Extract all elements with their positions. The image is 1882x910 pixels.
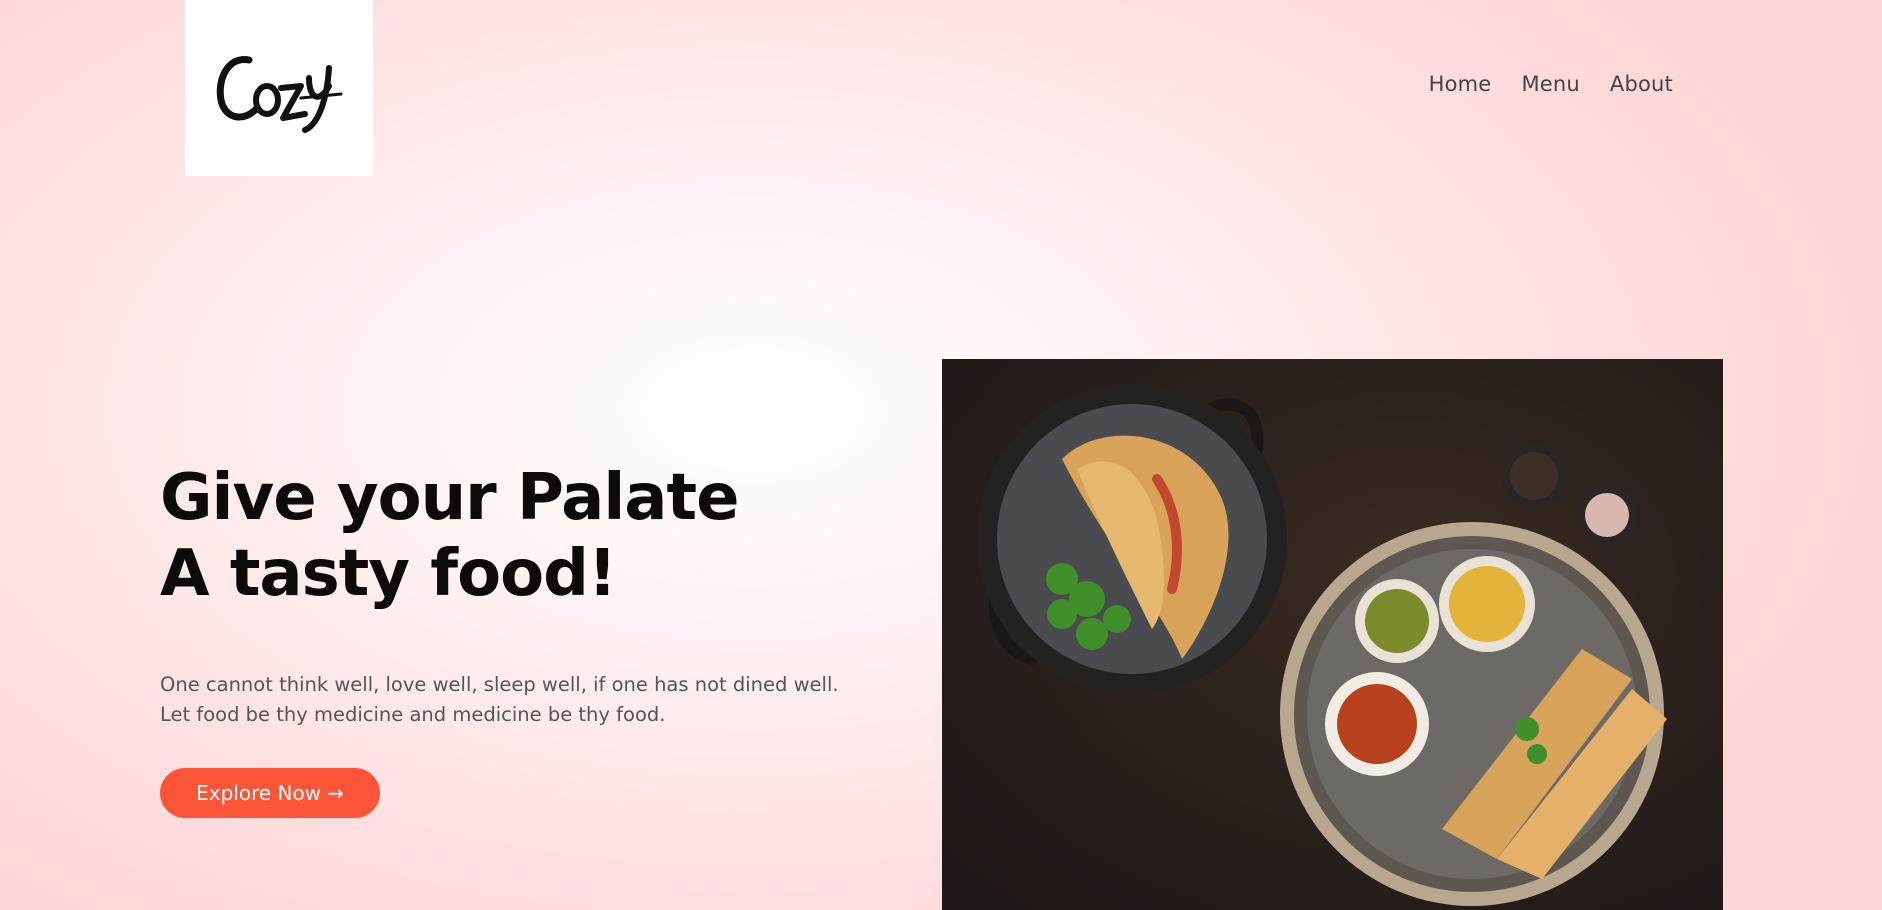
explore-now-button[interactable]: Explore Now → [160, 768, 380, 818]
hero-tagline-line2: Let food be thy medicine and medicine be… [160, 703, 666, 726]
logo[interactable] [185, 0, 373, 176]
hero-headline: Give your Palate A tasty food! [160, 460, 739, 612]
hero-food-image [942, 359, 1723, 910]
main-nav: Home Menu About [1429, 72, 1673, 96]
food-photo-illustration [977, 384, 1667, 906]
hero-tagline-line1: One cannot think well, love well, sleep … [160, 673, 839, 696]
hero-headline-line1: Give your Palate [160, 461, 739, 535]
explore-now-label: Explore Now [196, 781, 322, 805]
nav-item-home[interactable]: Home [1429, 72, 1492, 96]
nav-item-about[interactable]: About [1610, 72, 1673, 96]
hero-tagline: One cannot think well, love well, sleep … [160, 670, 839, 730]
nav-item-menu[interactable]: Menu [1521, 72, 1579, 96]
hero-headline-line2: A tasty food! [160, 537, 617, 611]
cozy-logo-icon [216, 56, 343, 133]
arrow-right-icon: → [327, 781, 344, 805]
